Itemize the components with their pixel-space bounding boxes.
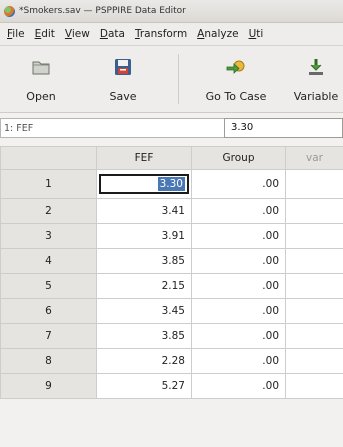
table-row: 9 5.27 .00	[0, 373, 343, 399]
toolbar-separator	[178, 54, 179, 104]
row-header[interactable]: 3	[0, 223, 97, 249]
cell-reference: 1: FEF	[0, 118, 236, 138]
data-cell-fef[interactable]: 3.85	[96, 248, 192, 274]
variables-label: Variable	[293, 90, 339, 103]
table-row: 6 3.45 .00	[0, 298, 343, 324]
menu-label: ata	[107, 28, 125, 40]
table-row: 7 3.85 .00	[0, 323, 343, 349]
menu-analyze[interactable]: Analyze	[192, 28, 243, 40]
variables-icon	[305, 56, 327, 78]
data-cell-group[interactable]: .00	[191, 323, 286, 349]
empty-cell[interactable]	[285, 323, 343, 349]
data-cell-group[interactable]: .00	[191, 348, 286, 374]
table-row: 3 3.91 .00	[0, 223, 343, 249]
go-to-case-icon	[225, 56, 247, 78]
data-cell-fef[interactable]: 2.15	[96, 273, 192, 299]
menu-mnemonic: V	[64, 28, 72, 40]
empty-cell[interactable]	[285, 248, 343, 274]
save-label: Save	[109, 90, 137, 103]
data-cell-group[interactable]: .00	[191, 298, 286, 324]
go-to-case-label: Go To Case	[205, 90, 267, 103]
column-header-var[interactable]: var	[285, 146, 343, 170]
data-cell-fef[interactable]: 3.41	[96, 198, 192, 224]
row-header[interactable]: 9	[0, 373, 97, 399]
toolbar: Open Save Go To Case Variable	[0, 46, 343, 113]
empty-cell[interactable]	[285, 273, 343, 299]
menu-file[interactable]: File	[0, 28, 30, 40]
open-label: Open	[26, 90, 56, 103]
menu-mnemonic: D	[99, 28, 108, 40]
window-title: *Smokers.sav — PSPPIRE Data Editor	[19, 6, 186, 16]
data-cell-group[interactable]: .00	[191, 198, 286, 224]
save-button[interactable]: Save	[100, 46, 146, 112]
row-header[interactable]: 4	[0, 248, 97, 274]
data-cell-fef[interactable]: 3.91	[96, 223, 192, 249]
row-header[interactable]: 2	[0, 198, 97, 224]
empty-cell[interactable]	[285, 198, 343, 224]
pspp-app-icon	[4, 5, 15, 17]
menu-label: ile	[12, 28, 25, 40]
title-bar: *Smokers.sav — PSPPIRE Data Editor	[0, 0, 343, 23]
empty-cell[interactable]	[285, 223, 343, 249]
floppy-disk-icon	[112, 56, 134, 78]
cell-reference-bar: 1: FEF 3.30	[0, 118, 343, 140]
menu-label: dit	[41, 28, 55, 40]
data-cell-group[interactable]: .00	[191, 169, 286, 199]
row-header[interactable]: 5	[0, 273, 97, 299]
menu-transform[interactable]: Transform	[130, 28, 192, 40]
column-header-fef[interactable]: FEF	[96, 146, 192, 170]
data-cell-group[interactable]: .00	[191, 273, 286, 299]
data-cell-fef[interactable]: 3.85	[96, 323, 192, 349]
row-header[interactable]: 6	[0, 298, 97, 324]
menu-view[interactable]: View	[60, 28, 95, 40]
empty-cell[interactable]	[285, 348, 343, 374]
data-cell-fef[interactable]: 3.45	[96, 298, 192, 324]
menu-utilities[interactable]: Uti	[244, 28, 269, 40]
menu-label: iew	[71, 28, 90, 40]
folder-icon	[30, 56, 52, 78]
corner-header	[0, 146, 97, 170]
go-to-case-button[interactable]: Go To Case	[200, 46, 272, 112]
data-grid: FEF Group var 1 3.30 .00 2 3.41 .00 3 3.…	[0, 146, 343, 399]
table-row: 2 3.41 .00	[0, 198, 343, 224]
menu-label: ti	[256, 28, 264, 40]
menu-bar: File Edit View Data Transform Analyze Ut…	[0, 23, 343, 46]
empty-cell[interactable]	[285, 298, 343, 324]
cell-cursor: 3.30	[99, 174, 189, 194]
menu-data[interactable]: Data	[95, 28, 130, 40]
empty-cell[interactable]	[285, 169, 343, 199]
table-row: 8 2.28 .00	[0, 348, 343, 374]
data-cell-fef-selected[interactable]: 3.30	[96, 169, 192, 199]
menu-edit[interactable]: Edit	[30, 28, 60, 40]
selected-cell-value: 3.30	[157, 177, 185, 191]
table-row: 1 3.30 .00	[0, 169, 343, 199]
table-row: 5 2.15 .00	[0, 273, 343, 299]
table-row: 4 3.85 .00	[0, 248, 343, 274]
open-button[interactable]: Open	[18, 46, 64, 112]
data-cell-fef[interactable]: 5.27	[96, 373, 192, 399]
variables-button[interactable]: Variable	[285, 46, 343, 112]
row-header[interactable]: 8	[0, 348, 97, 374]
empty-cell[interactable]	[285, 373, 343, 399]
row-header[interactable]: 1	[0, 169, 97, 199]
cell-value-field[interactable]: 3.30	[224, 118, 343, 138]
data-cell-fef[interactable]: 2.28	[96, 348, 192, 374]
menu-label: ransform	[139, 28, 188, 40]
menu-label: nalyze	[204, 28, 239, 40]
column-header-group[interactable]: Group	[191, 146, 286, 170]
data-cell-group[interactable]: .00	[191, 373, 286, 399]
row-header[interactable]: 7	[0, 323, 97, 349]
data-cell-group[interactable]: .00	[191, 248, 286, 274]
data-cell-group[interactable]: .00	[191, 223, 286, 249]
